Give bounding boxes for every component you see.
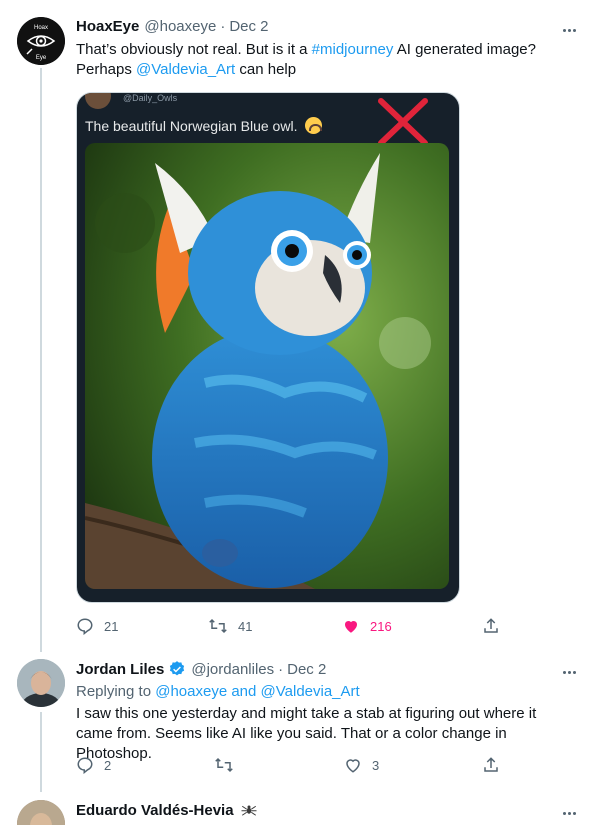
- verified-badge-icon: [170, 661, 185, 676]
- separator-dot: ·: [220, 18, 226, 35]
- retweet-button[interactable]: [214, 756, 234, 774]
- svg-text:Eye: Eye: [36, 55, 47, 61]
- user-photo: [17, 659, 65, 707]
- user-photo: [17, 800, 65, 825]
- share-icon: [484, 757, 498, 772]
- tweet-actions: 2 3: [76, 756, 506, 776]
- like-count: 3: [372, 757, 380, 773]
- more-options-button[interactable]: [559, 662, 579, 682]
- reply-count: 2: [104, 757, 112, 773]
- display-name[interactable]: HoaxEye: [76, 18, 139, 35]
- replying-to: Replying to @hoaxeye and @Valdevia_Art: [76, 683, 360, 700]
- avatar[interactable]: Hoax Eye: [17, 17, 65, 65]
- tweet-media[interactable]: @Daily_Owls The beautiful Norwegian Blue…: [76, 92, 460, 603]
- tweet-actions: 21 41 216: [76, 617, 506, 637]
- display-name[interactable]: Jordan Liles: [76, 661, 164, 678]
- heart-icon: [345, 621, 357, 633]
- more-options-button[interactable]: [559, 20, 579, 40]
- reply-count: 21: [104, 618, 119, 634]
- hoaxeye-logo: Hoax Eye: [17, 17, 65, 65]
- tweet-text: That’s obviously not real. But is it a #…: [76, 41, 536, 78]
- more-options-button[interactable]: [559, 803, 579, 823]
- user-handle[interactable]: @hoaxeye: [144, 18, 216, 35]
- tweet-text: I saw this one yesterday and might take …: [76, 705, 537, 762]
- replying-to-link[interactable]: @hoaxeye and @Valdevia_Art: [155, 683, 359, 700]
- share-button[interactable]: [482, 617, 500, 635]
- embedded-avatar: [85, 93, 111, 109]
- retweet-icon: [215, 757, 233, 773]
- embedded-caption: The beautiful Norwegian Blue owl.: [85, 117, 323, 134]
- mention-link[interactable]: @Valdevia_Art: [136, 61, 235, 78]
- svg-text:Hoax: Hoax: [34, 25, 48, 31]
- share-button[interactable]: [482, 756, 500, 774]
- reply-button[interactable]: 21: [76, 617, 118, 635]
- retweet-count: 41: [238, 618, 253, 634]
- upside-down-smile-icon: [305, 117, 323, 134]
- separator-dot: ·: [278, 660, 284, 678]
- spider-icon: [241, 805, 257, 816]
- like-count: 216: [370, 618, 392, 634]
- avatar[interactable]: [17, 800, 65, 825]
- tweet-date[interactable]: Dec 2: [287, 661, 326, 678]
- tweet-header: Eduardo Valdés-Hevia: [76, 801, 258, 819]
- retweet-button[interactable]: 41: [208, 617, 252, 635]
- like-button[interactable]: 3: [344, 756, 379, 774]
- user-handle[interactable]: @jordanliles: [191, 661, 274, 678]
- share-icon: [484, 618, 498, 633]
- reply-icon: [77, 618, 93, 635]
- red-x-mark-icon: [378, 98, 428, 146]
- owl-photo: [85, 143, 449, 589]
- retweet-icon: [209, 618, 227, 634]
- thread-connector: [40, 68, 42, 652]
- avatar[interactable]: [17, 659, 65, 707]
- hashtag-link[interactable]: #midjourney: [312, 41, 394, 58]
- embedded-handle: @Daily_Owls: [123, 93, 178, 103]
- display-name[interactable]: Eduardo Valdés-Hevia: [76, 802, 234, 819]
- heart-icon: [346, 759, 360, 773]
- tweet-header: HoaxEye @hoaxeye · Dec 2: [76, 18, 269, 35]
- tweet-date[interactable]: Dec 2: [229, 18, 268, 35]
- reply-button[interactable]: 2: [76, 756, 111, 774]
- tweet-header: Jordan Liles @jordanliles · Dec 2: [76, 660, 326, 678]
- reply-icon: [77, 757, 93, 774]
- like-button[interactable]: 216: [342, 617, 392, 635]
- thread-connector: [40, 712, 42, 792]
